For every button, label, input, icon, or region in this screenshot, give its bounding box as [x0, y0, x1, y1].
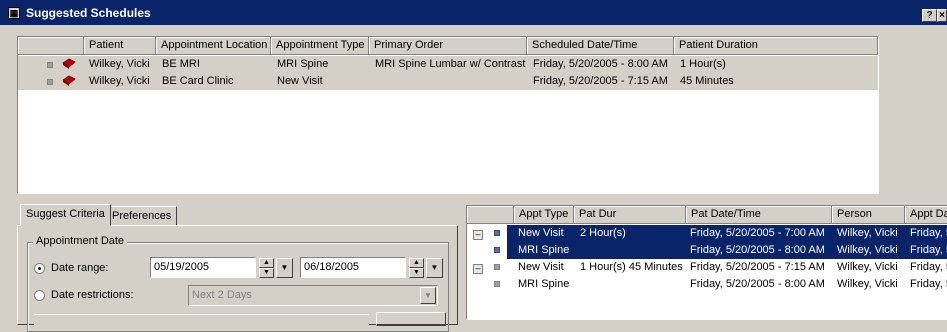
cell-pat-dur: 1 Hour(s) 45 Minutes	[580, 261, 683, 273]
order-book-icon	[62, 75, 76, 86]
appointments-table[interactable]: Patient Appointment Location Appointment…	[17, 36, 879, 194]
date-range-label: Date range:	[51, 262, 109, 274]
row-marker-icon	[47, 79, 53, 85]
cell-appt-date: Friday, 5	[910, 244, 947, 256]
table-row[interactable]: MRI Spine Friday, 5/20/2005 - 8:00 AM Wi…	[494, 276, 947, 293]
cell-order: MRI Spine Lumbar w/ Contrast	[375, 58, 526, 70]
date-start-field[interactable]: 05/19/2005	[150, 257, 256, 278]
cell-duration: 45 Minutes	[680, 75, 734, 87]
close-button[interactable]: ×	[937, 9, 947, 22]
date-restrictions-select[interactable]: Next 2 Days	[188, 285, 438, 306]
date-end-spin-up[interactable]: ▲	[409, 258, 424, 268]
date-restrictions-label: Date restrictions:	[51, 289, 134, 301]
column-header-blank[interactable]	[467, 206, 514, 224]
cell-appt-type: New Visit	[518, 227, 564, 239]
column-header-datetime[interactable]: Scheduled Date/Time	[527, 37, 674, 55]
date-start-calendar-button[interactable]: ▼	[276, 258, 293, 278]
table-row[interactable]: MRI Spine Friday, 5/20/2005 - 8:00 AM Wi…	[494, 242, 947, 259]
weekday-button-strip[interactable]	[34, 314, 369, 327]
column-header-order[interactable]: Primary Order	[369, 37, 527, 55]
help-button[interactable]: ?	[922, 9, 937, 22]
group-collapse-icon[interactable]: –	[473, 230, 483, 240]
cell-duration: 1 Hour(s)	[680, 58, 726, 70]
cell-type: New Visit	[277, 75, 323, 87]
row-marker-icon	[494, 264, 500, 270]
cell-pat-datetime: Friday, 5/20/2005 - 8:00 AM	[690, 278, 825, 290]
group-collapse-icon[interactable]: –	[473, 264, 483, 274]
table-row[interactable]: Wilkey, Vicki BE MRI MRI Spine MRI Spine…	[18, 56, 878, 73]
date-range-radio[interactable]	[34, 263, 45, 274]
column-header-type[interactable]: Appointment Type	[271, 37, 369, 55]
cell-pat-dur: 2 Hour(s)	[580, 227, 626, 239]
order-book-icon	[62, 58, 76, 69]
tab-preferences[interactable]: Preferences	[106, 206, 178, 226]
cell-person: Wilkey, Vicki	[837, 278, 898, 290]
cell-appt-date: Friday, 5	[910, 261, 947, 273]
column-header-patient[interactable]: Patient	[84, 37, 156, 55]
date-start-spin-down[interactable]: ▼	[259, 268, 274, 278]
column-header-appt-type[interactable]: Appt Type	[514, 206, 574, 224]
column-header-pat-dur[interactable]: Pat Dur	[574, 206, 686, 224]
table-row[interactable]: New Visit 2 Hour(s) Friday, 5/20/2005 - …	[494, 225, 947, 242]
title-bar: ▦ Suggested Schedules ? ×	[0, 0, 947, 25]
app-icon: ▦	[8, 7, 20, 19]
cell-datetime: Friday, 5/20/2005 - 7:15 AM	[533, 75, 668, 87]
suggest-criteria-pane: Appointment Date Date range: 05/19/2005 …	[17, 225, 458, 332]
cell-location: BE MRI	[162, 58, 200, 70]
date-end-calendar-button[interactable]: ▼	[426, 258, 443, 278]
tab-suggest-criteria[interactable]: Suggest Criteria	[20, 204, 111, 226]
row-marker-icon	[494, 230, 500, 236]
date-end-spin-down[interactable]: ▼	[409, 268, 424, 278]
column-header-duration[interactable]: Patient Duration	[674, 37, 878, 55]
cell-appt-type: New Visit	[518, 261, 564, 273]
date-restrictions-dropdown-icon[interactable]: ▼	[420, 287, 436, 304]
column-header-person[interactable]: Person	[832, 206, 905, 224]
appointment-date-label: Appointment Date	[33, 235, 128, 247]
cell-appt-date: Friday, 5	[910, 278, 947, 290]
cell-person: Wilkey, Vicki	[837, 261, 898, 273]
date-restrictions-radio[interactable]	[34, 290, 45, 301]
column-header-appt-date[interactable]: Appt Da	[905, 206, 947, 224]
suggestions-table[interactable]: Appt Type Pat Dur Pat Date/Time Person A…	[466, 205, 947, 320]
cell-person: Wilkey, Vicki	[837, 244, 898, 256]
cell-patient: Wilkey, Vicki	[89, 58, 150, 70]
column-header-blank[interactable]	[18, 37, 84, 55]
cell-datetime: Friday, 5/20/2005 - 8:00 AM	[533, 58, 668, 70]
date-end-field[interactable]: 06/18/2005	[300, 257, 406, 278]
row-marker-icon	[494, 247, 500, 253]
row-marker-icon	[494, 281, 500, 287]
cell-location: BE Card Clinic	[162, 75, 234, 87]
cell-pat-datetime: Friday, 5/20/2005 - 8:00 AM	[690, 244, 825, 256]
table-row[interactable]: New Visit 1 Hour(s) 45 Minutes Friday, 5…	[494, 259, 947, 276]
table-row[interactable]: Wilkey, Vicki BE Card Clinic New Visit F…	[18, 73, 878, 90]
cell-patient: Wilkey, Vicki	[89, 75, 150, 87]
row-marker-icon	[47, 62, 53, 68]
cell-pat-datetime: Friday, 5/20/2005 - 7:00 AM	[690, 227, 825, 239]
column-header-location[interactable]: Appointment Location	[156, 37, 271, 55]
cell-appt-date: Friday, 5	[910, 227, 947, 239]
exceptions-button[interactable]	[376, 312, 446, 326]
cell-appt-type: MRI Spine	[518, 244, 570, 256]
column-header-pat-datetime[interactable]: Pat Date/Time	[686, 206, 832, 224]
cell-type: MRI Spine	[277, 58, 329, 70]
cell-pat-datetime: Friday, 5/20/2005 - 7:15 AM	[690, 261, 825, 273]
cell-person: Wilkey, Vicki	[837, 227, 898, 239]
window-title: Suggested Schedules	[26, 6, 151, 20]
date-start-spin-up[interactable]: ▲	[259, 258, 274, 268]
cell-appt-type: MRI Spine	[518, 278, 570, 290]
